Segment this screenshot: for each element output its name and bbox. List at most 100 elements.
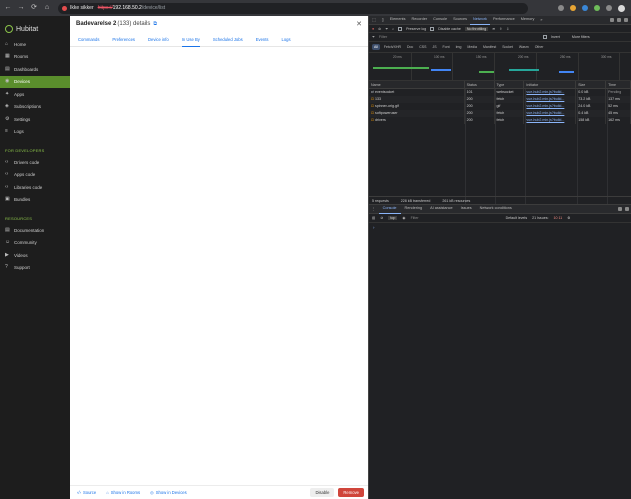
column-header-type[interactable]: Type <box>495 80 525 89</box>
devtools-tab-console[interactable]: Console <box>430 15 450 25</box>
hubitat-logo[interactable]: Hubitat <box>0 20 70 38</box>
sidebar-item-videos[interactable]: ▶ Videos <box>0 249 70 262</box>
reload-icon[interactable]: ⟳ <box>29 3 39 13</box>
column-header-name[interactable]: Name <box>369 80 465 89</box>
network-timeline[interactable]: 20 ms 100 ms 150 ms 200 ms 250 ms 300 ms <box>369 53 631 81</box>
more-tabs-icon[interactable]: » <box>537 16 545 25</box>
extension-icon[interactable] <box>558 5 564 11</box>
disable-button[interactable]: Disable <box>310 488 335 497</box>
footer-link-show-in-devices[interactable]: ◎ Show in Devices <box>150 490 187 495</box>
column-header-initiator[interactable]: Initiator <box>524 80 577 89</box>
close-icon[interactable]: ✕ <box>356 20 362 28</box>
column-header-size[interactable]: Size <box>576 80 607 89</box>
close-icon[interactable] <box>624 18 628 22</box>
table-row[interactable]: ⊡ spinner-orig.gif 200 gif vue-hub2.min.js?… <box>369 103 631 110</box>
close-drawer-icon[interactable] <box>625 207 629 211</box>
preserve-log-checkbox[interactable] <box>398 26 403 31</box>
tab-events[interactable]: Events <box>256 33 269 47</box>
type-filter-wasm[interactable]: Wasm <box>517 44 531 50</box>
profile-avatar[interactable] <box>618 4 625 12</box>
log-levels-select[interactable]: Default levels <box>506 216 528 220</box>
issue-counts[interactable]: 10 11 <box>554 216 563 220</box>
sidebar-item-dashboards[interactable]: ▤ Dashboards <box>0 63 70 76</box>
tab-commands[interactable]: Commands <box>78 33 99 47</box>
sidebar-item-community[interactable]: ☺ Community <box>0 237 70 250</box>
issues-label[interactable]: 21 Issues: <box>532 216 548 220</box>
table-row[interactable]: ⊡ drivers 200 fetch vue-hub2.min.js?build..… <box>369 117 631 124</box>
type-filter-all[interactable]: All <box>372 44 380 50</box>
type-filter-media[interactable]: Media <box>465 44 479 50</box>
throttling-select[interactable]: No throttling <box>464 26 489 31</box>
eye-icon[interactable]: ◉ <box>402 216 405 220</box>
sidebar-item-rooms[interactable]: ▦ Rooms <box>0 51 70 64</box>
column-header-status[interactable]: Status <box>465 80 495 89</box>
address-bar[interactable]: Ikke sikker https:// 192.168.50.2 /devic… <box>58 2 528 14</box>
sidebar-item-drivers-code[interactable]: ‹› Drivers code <box>0 156 70 169</box>
invert-checkbox[interactable] <box>542 35 547 39</box>
drawer-tab-network-conditions[interactable]: Network conditions <box>476 204 516 214</box>
more-filters-dropdown[interactable]: More filters <box>572 35 590 39</box>
devtools-tab-elements[interactable]: Elements <box>387 15 409 25</box>
sidebar-item-home[interactable]: ⌂ Home <box>0 38 70 51</box>
tab-logs[interactable]: Logs <box>282 33 291 47</box>
filter-icon[interactable]: ⏷ <box>385 27 388 31</box>
devtools-tab-performance[interactable]: Performance <box>490 15 518 25</box>
open-external-icon[interactable]: ⧉ <box>153 21 157 27</box>
sidebar-item-settings[interactable]: ⚙ Settings <box>0 113 70 126</box>
tab-in-use-by[interactable]: In Use By <box>181 33 200 47</box>
console-filter-input[interactable]: Filter <box>411 216 501 220</box>
drawer-tab-issues[interactable]: Issues <box>457 204 476 214</box>
search-icon[interactable]: ⌕ <box>392 27 394 31</box>
footer-link-show-in-rooms[interactable]: ⌂ Show in Rooms <box>106 490 140 495</box>
cell-initiator[interactable]: vue-hub2.min.js?build... <box>524 103 577 110</box>
type-filter-js[interactable]: JS <box>430 44 438 50</box>
table-row[interactable]: ⊡ 133 200 fetch vue-hub2.min.js?build... 73.… <box>369 96 631 103</box>
sidebar-item-apps-code[interactable]: ‹› Apps code <box>0 169 70 182</box>
sidebar-item-documentation[interactable]: ▤ Documentation <box>0 224 70 237</box>
extension-icon[interactable] <box>582 5 588 11</box>
cell-initiator[interactable]: vue-hub2.min.js?build... <box>524 117 577 124</box>
context-select[interactable]: top <box>388 216 398 220</box>
menu-icon[interactable] <box>617 18 621 22</box>
home-icon[interactable]: ⌂ <box>42 3 52 13</box>
footer-link-source[interactable]: ‹/› Source <box>77 490 96 495</box>
wifi-icon[interactable]: ≋ <box>492 27 495 31</box>
extension-icon[interactable] <box>594 5 600 11</box>
devtools-tab-recorder[interactable]: Recorder <box>409 15 431 25</box>
dock-icon[interactable] <box>618 207 622 211</box>
type-filter-css[interactable]: CSS <box>417 44 428 50</box>
type-filter-socket[interactable]: Socket <box>500 44 515 50</box>
remove-button[interactable]: Remove <box>338 488 364 497</box>
tab-device-info[interactable]: Device info <box>148 33 169 47</box>
import-icon[interactable]: ⇧ <box>499 27 502 31</box>
drawer-tab-rendering[interactable]: Rendering <box>401 204 427 214</box>
sidebar-item-devices[interactable]: ◉ Devices <box>0 75 70 88</box>
type-filter-doc[interactable]: Doc <box>405 44 415 50</box>
type-filter-other[interactable]: Other <box>533 44 546 50</box>
tab-scheduled-jobs[interactable]: Scheduled Jobs <box>213 33 243 47</box>
devtools-tab-sources[interactable]: Sources <box>450 15 470 25</box>
back-icon[interactable]: ← <box>3 3 13 13</box>
filter-input[interactable]: Filter <box>379 35 539 39</box>
sidebar-item-bundles[interactable]: ▣ Bundles <box>0 194 70 207</box>
devtools-tab-network[interactable]: Network <box>470 15 490 25</box>
disable-cache-checkbox[interactable] <box>430 26 435 31</box>
clear-icon[interactable]: ⊘ <box>378 27 381 31</box>
cell-initiator[interactable]: vue-hub2.min.js?build... <box>524 96 577 103</box>
console-settings-icon[interactable]: ⚙ <box>567 216 570 220</box>
sidebar-toggle-icon[interactable]: ▥ <box>372 216 375 220</box>
type-filter-fetch-xhr[interactable]: Fetch/XHR <box>382 44 403 50</box>
cell-initiator[interactable]: vue-hub2.min.js?build... <box>524 110 577 117</box>
drawer-menu-icon[interactable]: ⋮ <box>372 207 376 211</box>
device-toolbar-icon[interactable]: ▯ <box>379 16 387 25</box>
tab-preferences[interactable]: Preferences <box>112 33 135 47</box>
table-row[interactable]: ⇄ eventsocket 101 websocket vue-hub2.min.js… <box>369 89 631 96</box>
extension-icon[interactable] <box>606 5 612 11</box>
insecure-label[interactable]: Ikke sikker <box>70 5 94 11</box>
column-header-time[interactable]: Time <box>606 80 631 89</box>
sidebar-item-support[interactable]: ? Support <box>0 262 70 275</box>
sidebar-item-logs[interactable]: ≡ Logs <box>0 126 70 139</box>
table-row[interactable]: ⊡ softpoweruser 200 fetch vue-hub2.min.js?b… <box>369 110 631 117</box>
extension-icon[interactable] <box>570 5 576 11</box>
type-filter-img[interactable]: Img <box>454 44 464 50</box>
